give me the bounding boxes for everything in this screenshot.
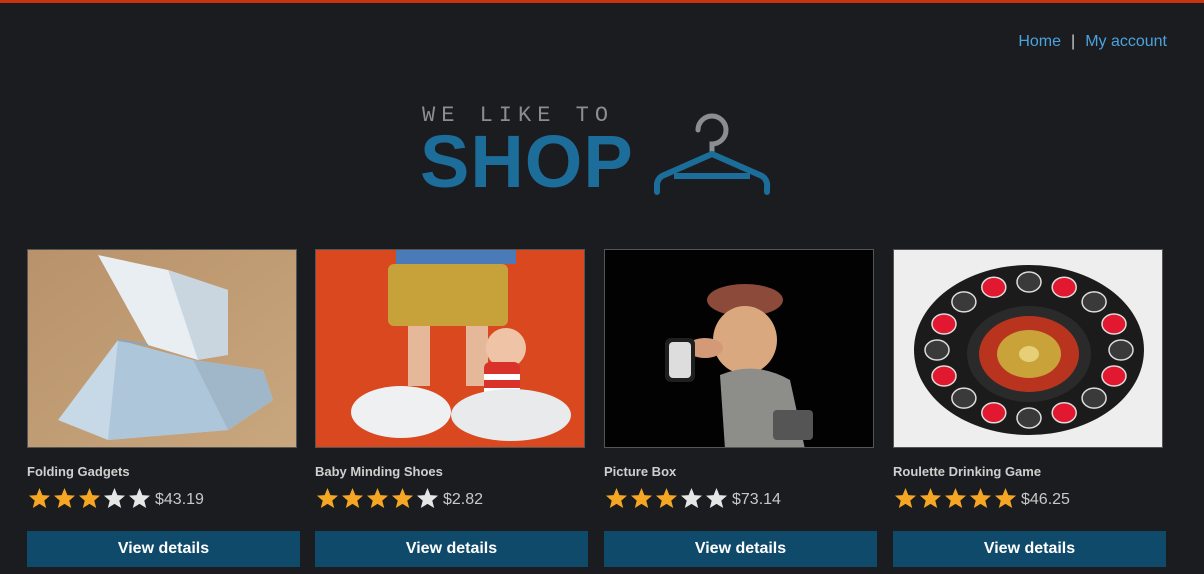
star-rating	[315, 487, 440, 509]
product-rating: $43.19	[27, 487, 300, 509]
star-filled-icon	[894, 487, 917, 509]
star-filled-icon	[605, 487, 628, 509]
star-filled-icon	[919, 487, 942, 509]
product-name[interactable]: Picture Box	[604, 464, 877, 479]
product-card: Picture Box $73.14 View details	[604, 249, 877, 567]
product-image-roulette[interactable]	[893, 249, 1163, 448]
product-image-shoes[interactable]	[315, 249, 585, 448]
product-price: $73.14	[732, 491, 781, 508]
star-filled-icon	[78, 487, 101, 509]
camera-figurine-image	[605, 250, 873, 447]
star-rating	[893, 487, 1018, 509]
star-filled-icon	[630, 487, 653, 509]
star-empty-icon	[416, 487, 439, 509]
product-rating: $73.14	[604, 487, 877, 509]
star-rating	[27, 487, 152, 509]
star-empty-icon	[128, 487, 151, 509]
view-details-button[interactable]: View details	[893, 531, 1166, 567]
star-filled-icon	[366, 487, 389, 509]
star-empty-icon	[705, 487, 728, 509]
product-card: Baby Minding Shoes $2.82 View details	[315, 249, 588, 567]
star-filled-icon	[391, 487, 414, 509]
star-filled-icon	[53, 487, 76, 509]
star-filled-icon	[316, 487, 339, 509]
star-filled-icon	[994, 487, 1017, 509]
nav-separator: |	[1071, 33, 1076, 50]
accent-bar	[0, 0, 1204, 3]
origami-bird-image	[28, 250, 296, 447]
product-card: Roulette Drinking Game $46.25 View detai…	[893, 249, 1166, 567]
shop-logo[interactable]: WE LIKE TO SHOP	[420, 100, 780, 200]
product-name[interactable]: Folding Gadgets	[27, 464, 300, 479]
view-details-button[interactable]: View details	[315, 531, 588, 567]
star-filled-icon	[28, 487, 51, 509]
product-price: $46.25	[1021, 491, 1070, 508]
product-image-camera[interactable]	[604, 249, 874, 448]
product-price: $2.82	[443, 491, 484, 508]
hanger-icon	[654, 113, 771, 195]
star-empty-icon	[103, 487, 126, 509]
my-account-link[interactable]: My account	[1085, 33, 1167, 50]
product-card: Folding Gadgets $43.19 View details	[27, 249, 300, 567]
home-link[interactable]: Home	[1018, 33, 1061, 50]
product-name[interactable]: Roulette Drinking Game	[893, 464, 1166, 479]
star-filled-icon	[969, 487, 992, 509]
roulette-game-image	[894, 250, 1162, 447]
product-price: $43.19	[155, 491, 204, 508]
star-rating	[604, 487, 729, 509]
star-empty-icon	[680, 487, 703, 509]
top-nav: Home | My account	[1018, 33, 1167, 51]
view-details-button[interactable]: View details	[27, 531, 300, 567]
view-details-button[interactable]: View details	[604, 531, 877, 567]
star-filled-icon	[341, 487, 364, 509]
logo-word: SHOP	[420, 120, 634, 203]
product-name[interactable]: Baby Minding Shoes	[315, 464, 588, 479]
product-rating: $2.82	[315, 487, 588, 509]
star-filled-icon	[944, 487, 967, 509]
product-rating: $46.25	[893, 487, 1166, 509]
product-image-origami[interactable]	[27, 249, 297, 448]
toy-figure-shoes-image	[316, 250, 584, 447]
star-filled-icon	[655, 487, 678, 509]
